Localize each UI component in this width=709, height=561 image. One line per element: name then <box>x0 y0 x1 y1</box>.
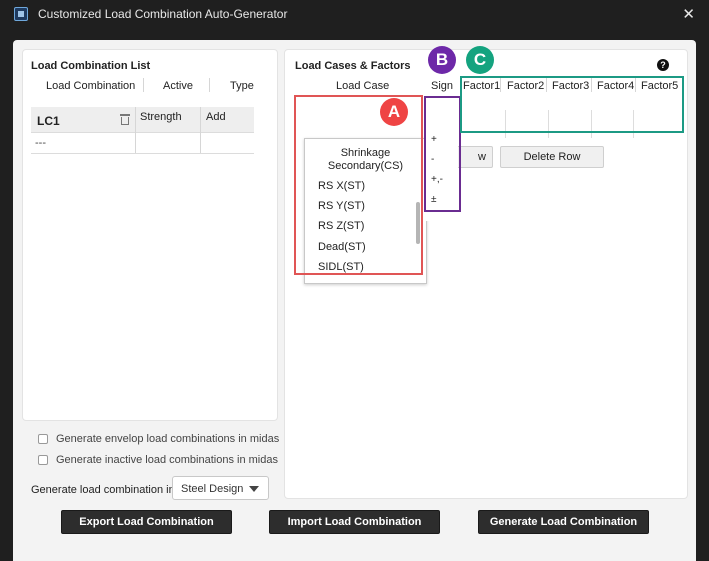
envelop-checkbox[interactable] <box>38 434 48 444</box>
help-icon[interactable]: ? <box>657 59 669 71</box>
generate-in-select[interactable]: Steel Design <box>172 476 269 500</box>
import-combination-button[interactable]: Import Load Combination <box>269 510 440 534</box>
load-combination-list-title: Load Combination List <box>31 60 151 72</box>
window-title: Customized Load Combination Auto-Generat… <box>38 7 288 21</box>
header-divider <box>209 78 210 92</box>
chevron-down-icon <box>249 486 259 492</box>
annotation-badge-a: A <box>380 98 408 126</box>
trash-icon[interactable] <box>120 114 130 125</box>
annotation-badge-b: B <box>428 46 456 74</box>
inactive-option[interactable]: Generate inactive load combinations in m… <box>38 454 278 466</box>
table-row[interactable]: LC1 Strength Add <box>31 107 254 153</box>
load-cases-title: Load Cases & Factors <box>295 60 411 72</box>
column-header-sign: Sign <box>431 80 454 92</box>
generate-in-value: Steel Design <box>181 483 244 495</box>
annotation-box-c <box>460 76 684 133</box>
column-header-load-case: Load Case <box>336 80 390 92</box>
column-header-type: Type <box>230 80 254 92</box>
column-header-active: Active <box>163 80 193 92</box>
table-row[interactable]: --- <box>31 134 254 154</box>
inactive-checkbox[interactable] <box>38 455 48 465</box>
title-bar: Customized Load Combination Auto-Generat… <box>0 0 709 28</box>
lc-name-cell[interactable]: LC1 <box>37 114 60 128</box>
envelop-option[interactable]: Generate envelop load combinations in mi… <box>38 433 279 445</box>
annotation-box-b <box>424 96 461 212</box>
envelop-option-label: Generate envelop load combinations in mi… <box>56 433 280 445</box>
dialog-window: Customized Load Combination Auto-Generat… <box>0 0 709 561</box>
lc-active-cell[interactable]: Strength <box>140 111 182 123</box>
header-divider <box>143 78 144 92</box>
close-button[interactable]: ✕ <box>682 5 695 23</box>
generate-in-label: Generate load combination in: <box>31 484 178 496</box>
app-icon <box>14 7 28 21</box>
column-header-load-combination: Load Combination <box>46 80 136 92</box>
inactive-option-label: Generate inactive load combinations in m… <box>56 454 278 466</box>
delete-row-button[interactable]: Delete Row <box>500 146 604 168</box>
generate-combination-button[interactable]: Generate Load Combination <box>478 510 649 534</box>
lc-type-cell[interactable]: Add <box>206 111 226 123</box>
export-combination-button[interactable]: Export Load Combination <box>61 510 232 534</box>
add-row-label: w <box>478 151 486 163</box>
load-combination-list-panel: Load Combination List Load Combination A… <box>22 49 278 421</box>
annotation-badge-c: C <box>466 46 494 74</box>
lc-name-cell[interactable]: --- <box>35 137 46 149</box>
